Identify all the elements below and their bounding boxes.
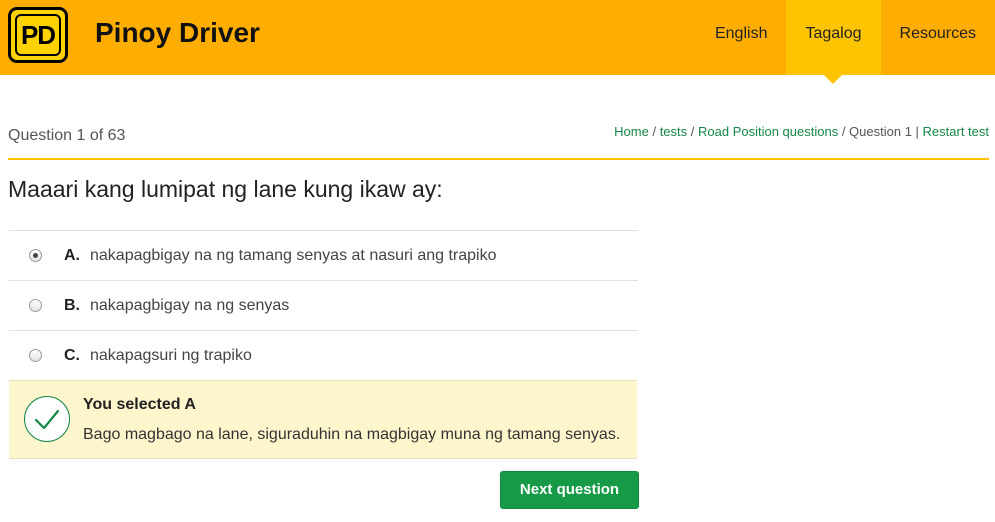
answer-feedback: You selected A Bago magbago na lane, sig… <box>9 380 637 459</box>
site-title[interactable]: Pinoy Driver <box>95 17 260 49</box>
question-text: Maaari kang lumipat ng lane kung ikaw ay… <box>8 176 443 202</box>
option-c[interactable]: C. nakapagsuri ng trapiko <box>9 330 638 380</box>
breadcrumb-separator: / <box>687 124 698 139</box>
radio-option-c[interactable] <box>29 349 42 362</box>
option-b[interactable]: B. nakapagbigay na ng senyas <box>9 280 638 330</box>
next-question-button[interactable]: Next question <box>500 471 639 509</box>
main-nav: English Tagalog Resources <box>696 0 995 84</box>
option-letter: B. <box>64 296 80 314</box>
option-a[interactable]: A. nakapagbigay na ng tamang senyas at n… <box>9 230 638 280</box>
breadcrumb-separator: | <box>911 124 923 139</box>
logo[interactable]: PD <box>8 7 68 63</box>
logo-mark: PD <box>15 14 61 56</box>
nav-tagalog[interactable]: Tagalog <box>786 0 881 84</box>
option-letter: A. <box>64 246 80 264</box>
radio-option-a[interactable] <box>29 249 42 262</box>
answer-options: A. nakapagbigay na ng tamang senyas at n… <box>9 230 638 380</box>
site-header: PD Pinoy Driver English Tagalog Resource… <box>0 0 995 84</box>
breadcrumb-separator: / <box>838 124 850 139</box>
check-icon <box>24 396 70 442</box>
breadcrumb: Home / tests / Road Position questions /… <box>614 124 989 139</box>
question-counter: Question 1 of 63 <box>8 127 126 144</box>
breadcrumb-home-link[interactable]: Home <box>614 124 649 139</box>
feedback-title: You selected A <box>83 396 196 413</box>
nav-resources[interactable]: Resources <box>881 0 995 75</box>
restart-test-link[interactable]: Restart test <box>923 124 989 139</box>
option-text: nakapagbigay na ng tamang senyas at nasu… <box>90 246 497 264</box>
option-text: nakapagsuri ng trapiko <box>90 346 252 364</box>
breadcrumb-separator: / <box>648 124 660 139</box>
divider <box>8 158 989 160</box>
radio-option-b[interactable] <box>29 299 42 312</box>
option-letter: C. <box>64 346 80 364</box>
breadcrumb-category-link[interactable]: Road Position questions <box>698 124 838 139</box>
breadcrumb-tests-link[interactable]: tests <box>660 124 687 139</box>
feedback-explanation: Bago magbago na lane, siguraduhin na mag… <box>83 426 621 443</box>
breadcrumb-current: Question 1 <box>849 124 912 139</box>
option-text: nakapagbigay na ng senyas <box>90 296 290 314</box>
nav-english[interactable]: English <box>696 0 786 75</box>
